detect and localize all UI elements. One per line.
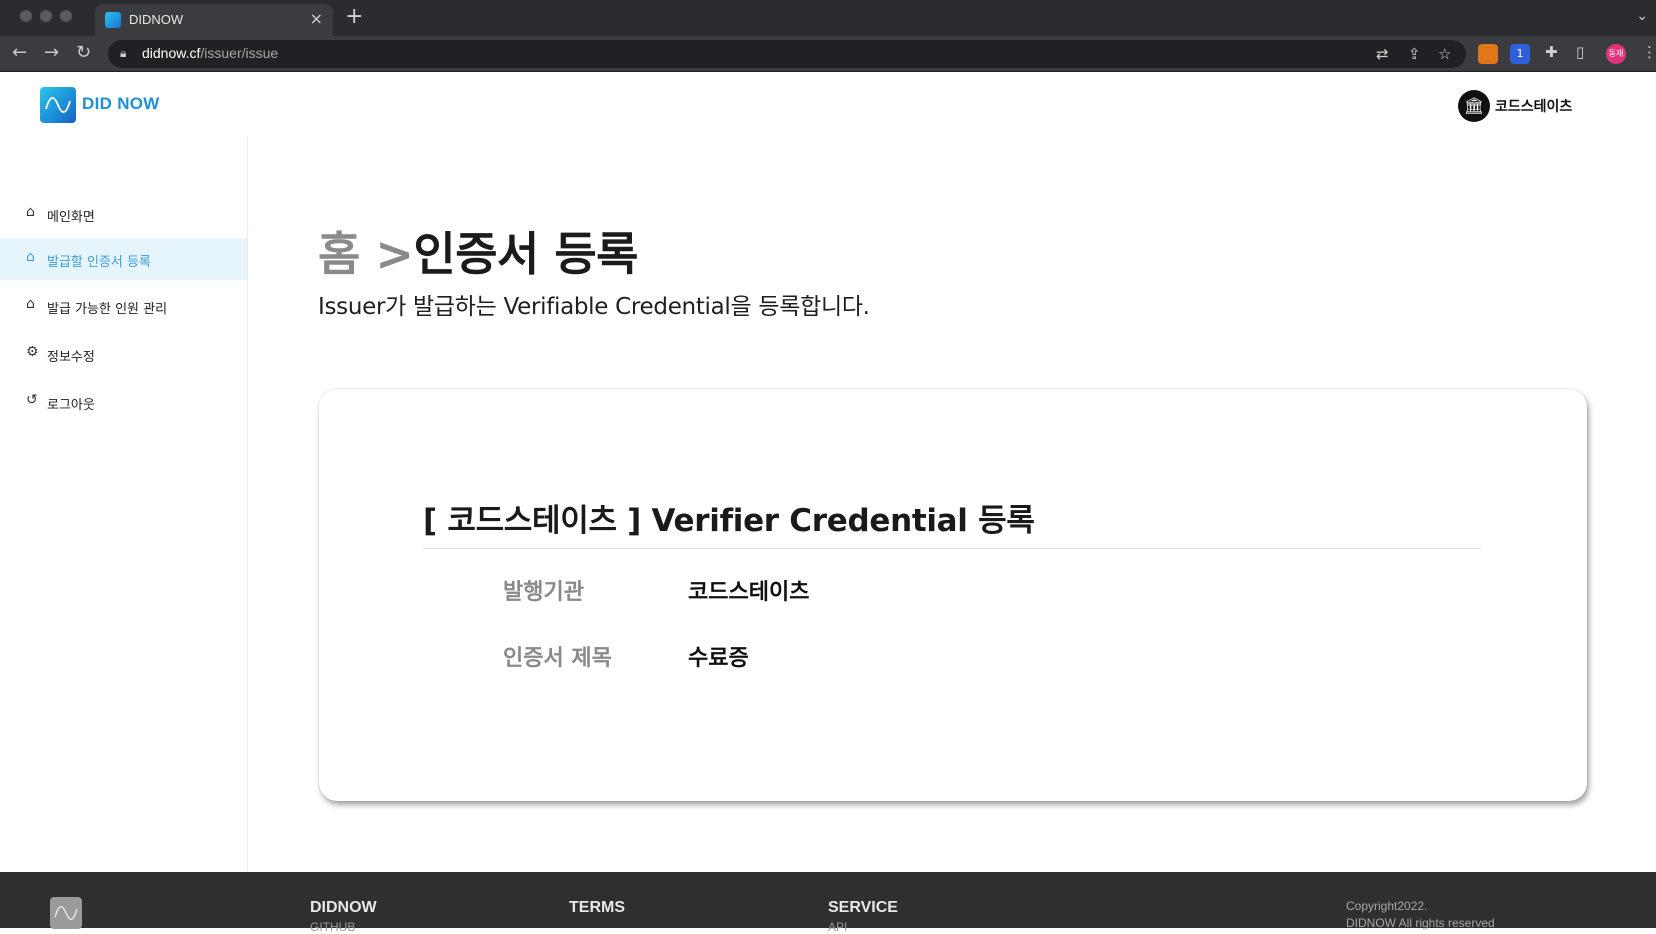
sidebar-item-label: 발급할 인증서 등록 — [47, 255, 151, 270]
extensions-puzzle-icon[interactable]: ✚ — [1545, 43, 1558, 61]
breadcrumb-home[interactable]: 홈 — [318, 227, 360, 281]
back-arrow-icon[interactable]: ← — [12, 42, 27, 63]
card-title: [ 코드스테이츠 ] Verifier Credential 등록 — [423, 495, 1481, 549]
side-panel-icon[interactable]: ▯ — [1576, 43, 1584, 61]
sidebar-item-label: 로그아웃 — [47, 398, 95, 413]
window-minimize-dot[interactable] — [40, 10, 52, 22]
breadcrumb-separator: > — [375, 227, 414, 281]
share-icon[interactable]: ⇪ — [1408, 45, 1421, 63]
sidebar-item-label: 메인화면 — [47, 210, 95, 225]
translate-icon[interactable]: ⇄ — [1376, 45, 1389, 63]
footer-logo-icon — [50, 897, 82, 929]
browser-tab[interactable]: DIDNOW × — [95, 4, 333, 36]
footer-copyright: Copyright2022. DIDNOW All rights reserve… — [1346, 898, 1495, 932]
home-icon: ⌂ — [26, 249, 35, 265]
lock-icon[interactable]: 🔒︎ — [120, 46, 126, 61]
tab-close-icon[interactable]: × — [310, 9, 323, 28]
new-tab-button[interactable]: + — [345, 4, 363, 29]
browser-tab-bar: DIDNOW × + ⌄ — [0, 0, 1656, 36]
didnow-logo-icon[interactable] — [40, 87, 76, 123]
sidebar-item-logout[interactable]: ↺ 로그아웃 — [0, 382, 247, 422]
logo-text[interactable]: DID NOW — [82, 94, 160, 114]
app-header: DID NOW 🏛︎ 코드스테이츠 — [0, 72, 1656, 136]
copyright-line-1: Copyright2022. — [1346, 899, 1428, 913]
credential-card: [ 코드스테이츠 ] Verifier Credential 등록 발행기관 코… — [319, 389, 1587, 801]
address-bar[interactable]: 🔒︎ didnow.cf/issuer/issue ⇄ ⇪ ☆ — [108, 40, 1466, 68]
page-title: 인증서 등록 — [413, 227, 639, 281]
footer-didnow-heading: DIDNOW — [310, 899, 377, 916]
home-icon: ⌂ — [26, 296, 35, 312]
issuer-value: 코드스테이츠 — [688, 580, 810, 605]
browser-menu-icon[interactable]: ⋮ — [1642, 43, 1656, 61]
logout-icon: ↺ — [26, 392, 38, 408]
user-name[interactable]: 코드스테이츠 — [1495, 96, 1572, 116]
didnow-favicon-icon — [105, 12, 121, 28]
page-subtitle: Issuer가 발급하는 Verifiable Credential을 등록합니… — [318, 294, 870, 320]
sidebar-item-edit-info[interactable]: ⚙ 정보수정 — [0, 334, 247, 374]
window-zoom-dot[interactable] — [60, 10, 72, 22]
window-close-dot[interactable] — [20, 10, 32, 22]
issuer-label: 발행기관 — [503, 580, 584, 605]
footer-service-heading: SERVICE — [828, 899, 898, 916]
sidebar-item-main[interactable]: ⌂ 메인화면 — [0, 194, 247, 234]
sidebar: ⌂ 메인화면 ⌂ 발급할 인증서 등록 ⌂ 발급 가능한 인원 관리 ⚙ 정보수… — [0, 136, 248, 872]
gear-icon: ⚙ — [26, 344, 39, 360]
home-icon: ⌂ — [26, 204, 35, 220]
footer-api-link[interactable]: API — [828, 920, 847, 934]
footer-terms-heading[interactable]: TERMS — [569, 899, 625, 917]
sidebar-item-manage-holders[interactable]: ⌂ 발급 가능한 인원 관리 — [0, 286, 247, 326]
forward-arrow-icon[interactable]: → — [44, 42, 59, 63]
breadcrumb: 홈 >인증서 등록 — [318, 218, 639, 284]
credential-title-value: 수료증 — [688, 646, 749, 671]
sidebar-item-label: 발급 가능한 인원 관리 — [47, 302, 168, 317]
tab-search-chevron-icon[interactable]: ⌄ — [1636, 8, 1648, 24]
credential-title-label: 인증서 제목 — [503, 646, 612, 671]
profile-avatar[interactable]: 동재 — [1606, 44, 1626, 64]
institution-icon[interactable]: 🏛︎ — [1458, 90, 1490, 122]
extension-badge-icon[interactable]: 1 — [1510, 44, 1530, 64]
tab-title: DIDNOW — [129, 12, 184, 27]
reload-icon[interactable]: ↻ — [76, 42, 91, 63]
url-text[interactable]: didnow.cf/issuer/issue — [142, 45, 278, 61]
copyright-line-2: DIDNOW All rights reserved — [1346, 916, 1495, 930]
sidebar-item-label: 정보수정 — [47, 350, 95, 365]
metamask-extension-icon[interactable] — [1478, 44, 1498, 64]
bookmark-star-icon[interactable]: ☆ — [1438, 45, 1451, 63]
browser-toolbar: ← → ↻ 🔒︎ didnow.cf/issuer/issue ⇄ ⇪ ☆ 1 … — [0, 36, 1656, 72]
footer-github-link[interactable]: GITHUB — [310, 920, 355, 934]
footer: DIDNOW GITHUB TERMS SERVICE API Copyrigh… — [0, 872, 1656, 934]
sidebar-item-register-credential[interactable]: ⌂ 발급할 인증서 등록 — [0, 238, 247, 280]
